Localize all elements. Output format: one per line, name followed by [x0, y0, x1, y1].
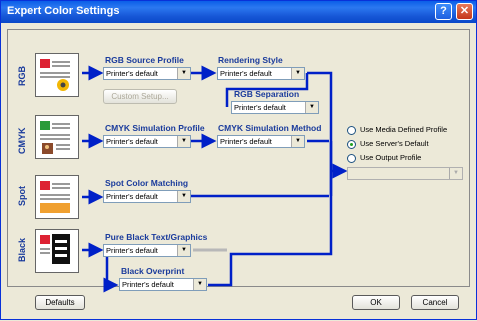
radio-button-icon: [347, 153, 356, 163]
flow-line-rgb-out: [307, 71, 333, 196]
custom-setup-button[interactable]: Custom Setup...: [103, 89, 177, 104]
black-thumbnail: [35, 229, 79, 273]
radio-output-profile[interactable]: Use Output Profile: [347, 153, 421, 164]
spot-color-matching-select[interactable]: Printer's default ▼: [103, 190, 191, 203]
cmyk-simulation-profile-value: Printer's default: [106, 137, 158, 146]
rgb-separation-value: Printer's default: [234, 103, 286, 112]
pure-black-select[interactable]: Printer's default ▼: [103, 244, 191, 257]
cmyk-thumbnail: [35, 115, 79, 159]
black-overprint-heading: Black Overprint: [121, 266, 185, 276]
cmyk-simulation-profile-select[interactable]: Printer's default ▼: [103, 135, 191, 148]
chevron-down-icon: ▼: [177, 245, 190, 256]
rgb-thumbnail: [35, 53, 79, 97]
row-label-black: Black: [17, 237, 27, 263]
black-overprint-select[interactable]: Printer's default ▼: [119, 278, 207, 291]
radio-label: Use Output Profile: [360, 153, 422, 162]
expert-color-settings-window: Expert Color Settings ? ✕ RGB CMYK Spot …: [0, 0, 477, 320]
rgb-source-profile-heading: RGB Source Profile: [105, 55, 184, 65]
cancel-button[interactable]: Cancel: [411, 295, 459, 310]
radio-label: Use Server's Default: [360, 139, 429, 148]
rgb-separation-select[interactable]: Printer's default ▼: [231, 101, 319, 114]
chevron-down-icon: ▼: [177, 136, 190, 147]
flow-line-overprint: [103, 257, 119, 293]
cmyk-simulation-method-heading: CMYK Simulation Method: [218, 123, 322, 133]
output-profile-select[interactable]: ▼: [347, 167, 463, 180]
spot-color-matching-value: Printer's default: [106, 192, 158, 201]
cmyk-simulation-method-select[interactable]: Printer's default ▼: [217, 135, 305, 148]
chevron-down-icon: ▼: [193, 279, 206, 290]
radio-label: Use Media Defined Profile: [360, 125, 448, 134]
chevron-down-icon: ▼: [291, 68, 304, 79]
defaults-button[interactable]: Defaults: [35, 295, 85, 310]
chevron-down-icon: ▼: [305, 102, 318, 113]
chevron-down-icon: ▼: [291, 136, 304, 147]
radio-servers-default[interactable]: Use Server's Default: [347, 139, 429, 150]
cmyk-simulation-method-value: Printer's default: [220, 137, 272, 146]
rendering-style-select[interactable]: Printer's default ▼: [217, 67, 305, 80]
chevron-down-icon: ▼: [177, 68, 190, 79]
flow-line-black-out: [208, 141, 333, 287]
spot-thumbnail: [35, 175, 79, 219]
row-label-rgb: RGB: [17, 66, 27, 86]
radio-button-icon: [347, 125, 356, 135]
ok-button[interactable]: OK: [352, 295, 400, 310]
cmyk-simulation-profile-heading: CMYK Simulation Profile: [105, 123, 205, 133]
row-label-spot: Spot: [17, 186, 27, 206]
pure-black-value: Printer's default: [106, 246, 158, 255]
rendering-style-value: Printer's default: [220, 69, 272, 78]
chevron-down-icon: ▼: [449, 168, 462, 179]
rgb-source-profile-value: Printer's default: [106, 69, 158, 78]
black-overprint-value: Printer's default: [122, 280, 174, 289]
radio-media-defined-profile[interactable]: Use Media Defined Profile: [347, 125, 447, 136]
spot-color-matching-heading: Spot Color Matching: [105, 178, 189, 188]
radio-button-selected-icon: [347, 139, 356, 149]
rendering-style-heading: Rendering Style: [218, 55, 283, 65]
row-label-cmyk: CMYK: [17, 127, 27, 155]
rgb-separation-heading: RGB Separation: [234, 89, 300, 99]
pure-black-heading: Pure Black Text/Graphics: [105, 232, 208, 242]
rgb-source-profile-select[interactable]: Printer's default ▼: [103, 67, 191, 80]
chevron-down-icon: ▼: [177, 191, 190, 202]
